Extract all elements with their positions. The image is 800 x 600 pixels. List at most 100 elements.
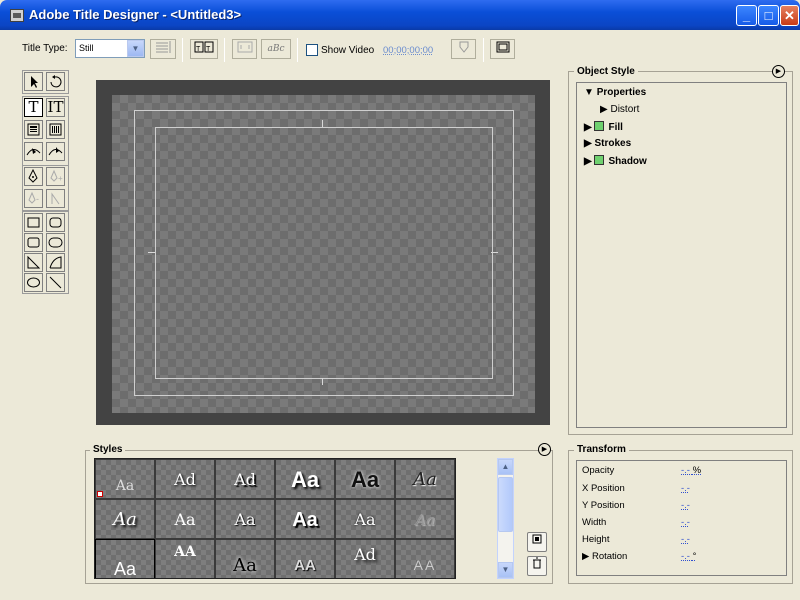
vertical-type-tool-icon[interactable]: IT	[46, 98, 65, 117]
rotation-value[interactable]: -.- °	[681, 551, 696, 562]
trash-icon	[533, 557, 541, 569]
rectangle-tool-icon[interactable]	[24, 213, 43, 232]
line-tool-icon[interactable]	[46, 273, 65, 292]
style-swatch[interactable]: Aa	[95, 539, 155, 578]
style-swatch[interactable]: Aa	[215, 539, 275, 578]
add-anchor-point-tool-icon[interactable]: +	[46, 167, 65, 186]
opacity-value[interactable]: -.- %	[681, 465, 701, 476]
x-position-value[interactable]: -.-	[681, 483, 690, 494]
rounded-corner-rectangle-tool-icon[interactable]	[46, 213, 65, 232]
scroll-thumb[interactable]	[498, 477, 513, 532]
x-position-label: X Position	[582, 483, 625, 494]
area-type-tool-icon[interactable]	[24, 120, 43, 139]
shadow-checkbox[interactable]	[594, 155, 605, 165]
style-swatch[interactable]: Aa	[155, 499, 215, 539]
style-swatch[interactable]: Ad	[155, 459, 215, 499]
maximize-button[interactable]: □	[758, 5, 779, 26]
strokes-row[interactable]: ▶ Strokes	[584, 138, 631, 149]
styles-scrollbar[interactable]: ▲ ▼	[497, 458, 514, 579]
delete-style-button[interactable]	[527, 556, 547, 576]
chevron-down-icon[interactable]: ▼	[127, 40, 144, 57]
arc-tool-icon[interactable]	[46, 253, 65, 272]
ellipse-tool-icon[interactable]	[24, 273, 43, 292]
set-marker-button[interactable]	[451, 39, 476, 59]
scroll-down-button[interactable]: ▼	[498, 562, 513, 578]
style-swatch[interactable]: AA	[155, 539, 215, 578]
template-button[interactable]: TT	[190, 39, 218, 59]
delete-anchor-point-tool-icon[interactable]: -	[24, 189, 43, 208]
style-swatch[interactable]: AA	[395, 539, 455, 578]
wedge-tool-icon[interactable]	[24, 253, 43, 272]
minimize-button[interactable]: _	[736, 5, 757, 26]
close-button[interactable]: ✕	[780, 5, 799, 26]
roll-crawl-button[interactable]	[232, 39, 257, 59]
opacity-unit: %	[692, 465, 702, 476]
fill-row[interactable]: ▶ Fill	[584, 121, 623, 133]
rotation-row[interactable]: ▶ Rotation	[582, 551, 627, 562]
roll-crawl-icon	[237, 41, 252, 53]
type-tool-icon[interactable]: T	[24, 98, 43, 117]
y-position-value[interactable]: -.-	[681, 500, 690, 511]
window-title: Adobe Title Designer - <Untitled3>	[29, 7, 242, 22]
safe-area-button[interactable]	[490, 39, 515, 59]
rotation-tool-icon[interactable]	[46, 72, 65, 91]
style-swatch[interactable]: Aa	[215, 499, 275, 539]
rotation-label: Rotation	[591, 551, 628, 562]
object-style-title: Object Style	[574, 66, 638, 77]
tab-stops-button[interactable]	[150, 39, 176, 59]
panel-menu-icon[interactable]: ▶	[772, 65, 785, 78]
height-value[interactable]: -.-	[681, 534, 690, 545]
style-swatch[interactable]: Aa	[335, 499, 395, 539]
toolbar-separator	[182, 38, 183, 62]
new-style-button[interactable]	[527, 532, 547, 552]
tab-stops-icon	[156, 41, 171, 53]
scroll-up-button[interactable]: ▲	[498, 459, 513, 475]
show-video-checkbox[interactable]	[306, 44, 318, 56]
svg-text:T: T	[196, 46, 201, 53]
vertical-path-type-tool-icon[interactable]	[46, 142, 65, 161]
styles-swatch-grid: Aa Ad Ad Aa Aa Aa Aa Aa Aa Aa Aa Aa Aa AA Aa AA Ad AA	[94, 458, 456, 579]
safe-title-margin	[155, 127, 493, 379]
style-swatch[interactable]: Aa	[95, 459, 155, 499]
style-swatch[interactable]: Aa	[95, 499, 155, 539]
style-swatch[interactable]: Aa	[395, 499, 455, 539]
triangle-right-icon: ▶	[584, 122, 592, 133]
convert-anchor-point-tool-icon[interactable]	[46, 189, 65, 208]
timecode-field[interactable]: 00;00;00;00	[383, 45, 433, 56]
path-type-tool-icon[interactable]	[24, 142, 43, 161]
triangle-down-icon: ▼	[584, 87, 594, 98]
toolbar-separator	[483, 38, 484, 62]
style-swatch[interactable]: Aa	[335, 459, 395, 499]
panel-menu-icon[interactable]: ▶	[538, 443, 551, 456]
style-swatch[interactable]: Aa	[275, 459, 335, 499]
style-swatch[interactable]: Aa	[275, 499, 335, 539]
pen-tool-icon[interactable]	[24, 167, 43, 186]
height-label: Height	[582, 534, 610, 545]
width-value[interactable]: -.-	[681, 517, 690, 528]
properties-label: Properties	[596, 87, 647, 98]
distort-row[interactable]: ▶ Distort	[600, 104, 639, 115]
tools-palette: T IT + -	[22, 70, 72, 294]
object-style-list	[576, 82, 787, 428]
font-browser-button[interactable]: aBc	[261, 39, 291, 59]
properties-row[interactable]: ▼ Properties	[584, 87, 646, 98]
center-tick	[148, 252, 155, 253]
fill-checkbox[interactable]	[594, 121, 605, 131]
svg-text:+: +	[58, 174, 63, 183]
vertical-area-type-tool-icon[interactable]	[46, 120, 65, 139]
rounded-rectangle-tool-icon[interactable]	[46, 233, 65, 252]
triangle-right-icon: ▶	[584, 156, 592, 167]
y-position-label: Y Position	[582, 500, 625, 511]
style-swatch[interactable]: AA	[275, 539, 335, 578]
show-video-label: Show Video	[321, 45, 375, 56]
distort-label: Distort	[610, 104, 640, 115]
style-swatch[interactable]: Aa	[395, 459, 455, 499]
opacity-value-text: -.-	[681, 465, 690, 476]
opacity-label: Opacity	[582, 465, 615, 476]
selection-tool-icon[interactable]	[24, 72, 43, 91]
shadow-row[interactable]: ▶ Shadow	[584, 155, 647, 167]
rotation-value-text: -.-	[681, 551, 690, 562]
style-swatch[interactable]: Ad	[335, 539, 395, 578]
style-swatch[interactable]: Ad	[215, 459, 275, 499]
clipped-corner-rectangle-tool-icon[interactable]	[24, 233, 43, 252]
